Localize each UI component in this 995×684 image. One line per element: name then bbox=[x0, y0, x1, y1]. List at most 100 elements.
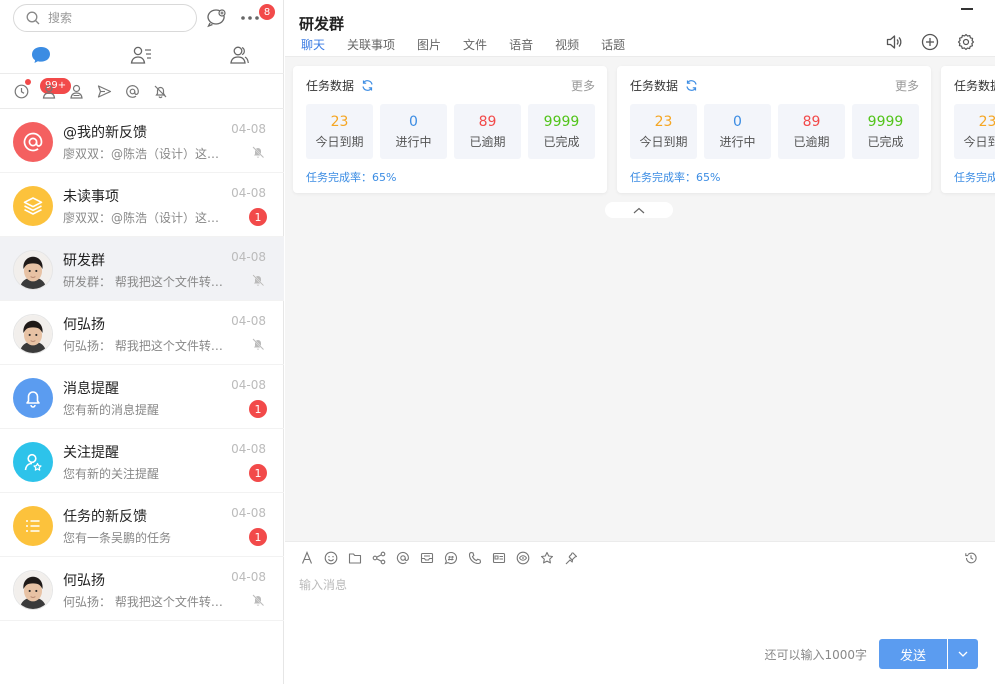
card-more-link[interactable]: 更多 bbox=[895, 77, 919, 94]
conversation-time: 04-08 bbox=[231, 314, 266, 328]
tab-contacts[interactable] bbox=[129, 44, 153, 66]
card-icon[interactable] bbox=[491, 550, 507, 566]
stat-item[interactable]: 9999 已完成 bbox=[852, 104, 919, 159]
stat-value: 89 bbox=[802, 114, 821, 130]
collapse-cards-button[interactable] bbox=[605, 202, 673, 218]
header-actions bbox=[869, 31, 977, 53]
users-icon bbox=[69, 84, 83, 99]
conversation-item[interactable]: 消息提醒 您有新的消息提醒 04-08 1 bbox=[0, 365, 284, 429]
send-button[interactable]: 发送 bbox=[879, 639, 947, 669]
message-input[interactable] bbox=[299, 576, 979, 656]
stat-label: 已完成 bbox=[543, 135, 580, 149]
conversation-preview: 研发群： 帮我把这个文件转换一下 bbox=[63, 275, 228, 289]
tab-1[interactable]: 关联事项 bbox=[347, 36, 395, 53]
app-window: 8 99+ bbox=[0, 0, 995, 684]
new-chat-icon[interactable] bbox=[206, 8, 228, 28]
share-icon[interactable] bbox=[371, 550, 387, 566]
phone-icon[interactable] bbox=[467, 550, 483, 566]
card-title: 任务数据 bbox=[306, 79, 355, 93]
stat-item[interactable]: 9999 已完成 bbox=[528, 104, 595, 159]
gear-icon[interactable] bbox=[955, 31, 977, 53]
chevron-down-icon bbox=[958, 651, 968, 657]
unread-badge: 1 bbox=[249, 400, 267, 418]
tab-3[interactable]: 文件 bbox=[463, 36, 487, 53]
conversation-item[interactable]: 任务的新反馈 您有一条吴鹏的任务 04-08 1 bbox=[0, 493, 284, 557]
minimize-button[interactable] bbox=[961, 8, 973, 10]
tab-0[interactable]: 聊天 bbox=[301, 36, 325, 53]
tab-6[interactable]: 话题 bbox=[601, 36, 625, 53]
stat-label: 今日到期 bbox=[639, 135, 688, 149]
conversation-item[interactable]: 研发群研发群： 帮我把这个文件转换一下04-08 bbox=[0, 237, 284, 301]
more-badge: 8 bbox=[259, 4, 275, 20]
font-icon[interactable] bbox=[299, 550, 315, 566]
card-stats: 23 今日到期 0 进行中 89 已逾期 9999 已完成 bbox=[630, 104, 926, 159]
stat-item[interactable]: 23 今日到期 bbox=[306, 104, 373, 159]
filter-mention[interactable] bbox=[124, 83, 140, 99]
completion-rate: 任务完成率：65% bbox=[630, 171, 721, 184]
chat-panel: 研发群 聊天 关联事项 图片 文件 语音 视频 话题 任务数据 更多 23 今日到期 0 进行中 89 已… bbox=[285, 0, 995, 684]
stat-item[interactable]: 0 进行中 bbox=[704, 104, 771, 159]
conversation-time: 04-08 bbox=[231, 122, 266, 136]
tab-messages[interactable] bbox=[29, 44, 53, 66]
conversation-preview: 廖双双：@陈浩（设计）这个需求 bbox=[63, 147, 228, 161]
contact-list-icon bbox=[130, 46, 151, 64]
conversation-item[interactable]: 何弘扬何弘扬： 帮我把这个文件转换一下04-08 bbox=[0, 301, 284, 365]
task-data-card: 任务数据更多23今日到期0进行中89已逾期9999已完成任务完成率：65% bbox=[293, 66, 607, 193]
conversation-item[interactable]: 何弘扬何弘扬： 帮我把这个文件转换一下04-08 bbox=[0, 557, 284, 621]
tab-2[interactable]: 图片 bbox=[417, 36, 441, 53]
tab-groups[interactable] bbox=[227, 44, 251, 66]
stat-item[interactable]: 89 已逾期 bbox=[454, 104, 521, 159]
sidebar: 8 99+ bbox=[0, 0, 284, 684]
search-input[interactable] bbox=[48, 11, 178, 25]
stat-label: 今日到期 bbox=[963, 135, 995, 149]
pin-icon[interactable] bbox=[563, 550, 579, 566]
avatar bbox=[13, 570, 53, 610]
at-icon bbox=[125, 84, 139, 98]
speaker-icon[interactable] bbox=[883, 31, 905, 53]
task-data-card: 任务数据 更多 23今日到期0进行中89已逾期9999已完成任务完成率：65% bbox=[617, 66, 931, 193]
stat-label: 已完成 bbox=[867, 135, 904, 149]
filter-muted[interactable] bbox=[152, 83, 168, 99]
tab-4[interactable]: 语音 bbox=[509, 36, 533, 53]
search-box[interactable] bbox=[13, 4, 197, 32]
conversation-item[interactable]: 关注提醒 您有新的关注提醒 04-08 1 bbox=[0, 429, 284, 493]
conversation-item[interactable]: @我的新反馈廖双双：@陈浩（设计）这个需求 04-08 bbox=[0, 109, 284, 173]
filter-recent[interactable] bbox=[13, 83, 29, 99]
stat-item[interactable]: 0 进行中 bbox=[380, 104, 447, 159]
star-icon[interactable] bbox=[539, 550, 555, 566]
folder-icon[interactable] bbox=[347, 550, 363, 566]
message-area[interactable]: 任务数据 更多 23 今日到期 0 进行中 89 已逾期 9999 已完成 任务完成率：65% 任务数… bbox=[285, 57, 995, 541]
clock-icon bbox=[14, 84, 28, 98]
filter-group[interactable] bbox=[68, 83, 84, 99]
stat-item[interactable]: 23 今日到期 bbox=[954, 104, 995, 159]
chat-tabs: 聊天 关联事项 图片 文件 语音 视频 话题 bbox=[301, 36, 647, 53]
history-icon[interactable] bbox=[964, 551, 978, 565]
chat-title: 研发群 bbox=[299, 15, 345, 33]
conversation-name: @我的新反馈 bbox=[63, 125, 147, 141]
recent-dot bbox=[25, 79, 31, 85]
card-title: 任务数据 bbox=[630, 79, 679, 93]
conversation-time: 04-08 bbox=[231, 506, 266, 520]
filter-sent[interactable] bbox=[96, 83, 112, 99]
list-icon bbox=[13, 506, 53, 546]
at-icon bbox=[13, 122, 53, 162]
more-icon[interactable] bbox=[239, 8, 261, 28]
conversation-item[interactable]: 未读事项 廖双双：@陈浩（设计）这个需求 04-08 1 bbox=[0, 173, 284, 237]
topic-icon[interactable] bbox=[443, 550, 459, 566]
task-data-card: 任务数据更多23今日到期0进行中89已逾期9999已完成任务完成率：65% bbox=[941, 66, 995, 193]
emoji-icon[interactable] bbox=[323, 550, 339, 566]
conversation-time: 04-08 bbox=[231, 378, 266, 392]
send-options-button[interactable] bbox=[948, 639, 978, 669]
conversation-name: 何弘扬 bbox=[63, 317, 105, 333]
stat-item[interactable]: 23 今日到期 bbox=[630, 104, 697, 159]
eye-chat-icon[interactable] bbox=[515, 550, 531, 566]
mention-icon[interactable] bbox=[395, 550, 411, 566]
add-circle-icon[interactable] bbox=[919, 31, 941, 53]
inbox-icon[interactable] bbox=[419, 550, 435, 566]
filter-single[interactable] bbox=[41, 83, 57, 99]
tab-5[interactable]: 视频 bbox=[555, 36, 579, 53]
stat-value: 23 bbox=[978, 114, 995, 130]
card-more-link[interactable]: 更多 bbox=[571, 77, 595, 94]
unread-badge: 1 bbox=[249, 528, 267, 546]
stat-item[interactable]: 89 已逾期 bbox=[778, 104, 845, 159]
